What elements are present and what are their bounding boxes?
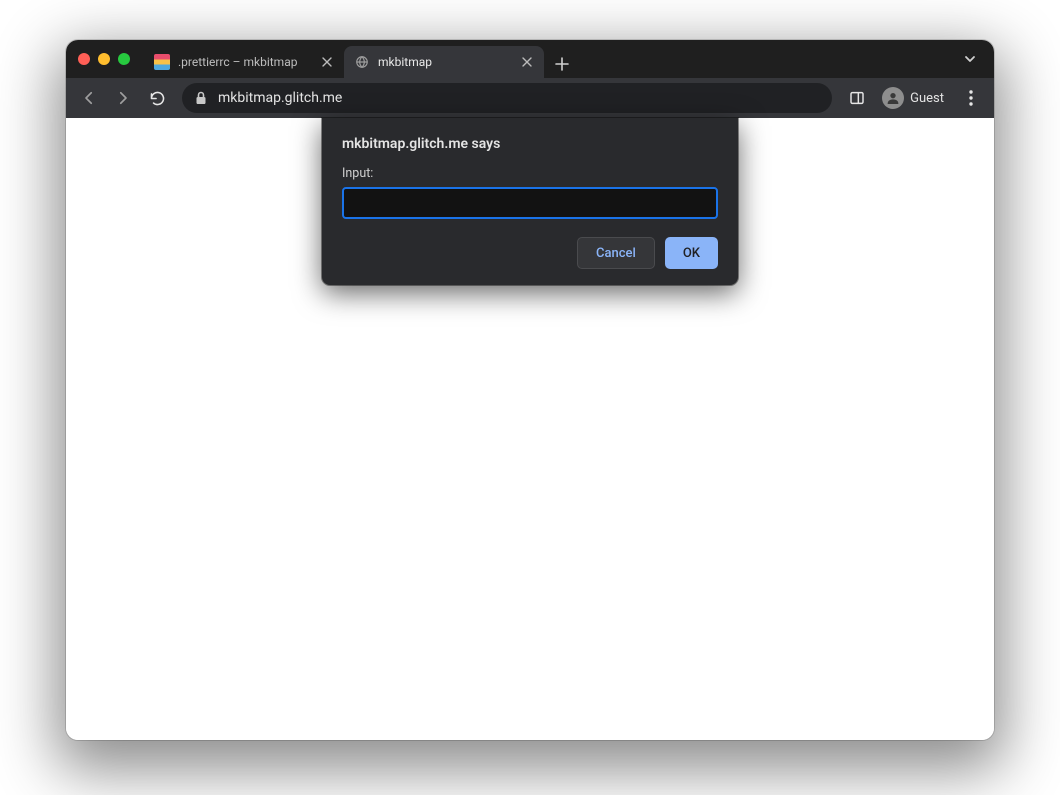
window-zoom-button[interactable]: [118, 53, 130, 65]
back-button[interactable]: [74, 83, 104, 113]
glitch-icon: [154, 54, 170, 70]
close-icon[interactable]: [520, 55, 534, 69]
window-minimize-button[interactable]: [98, 53, 110, 65]
tab-list-menu-button[interactable]: [958, 52, 982, 66]
profile-label: Guest: [910, 91, 944, 106]
js-prompt-dialog: mkbitmap.glitch.me says Input: Cancel OK: [322, 118, 738, 285]
page-content: mkbitmap.glitch.me says Input: Cancel OK: [66, 118, 994, 740]
tabstrip: .prettierrc – mkbitmap mkbitmap: [144, 40, 958, 78]
traffic-lights: [78, 53, 130, 65]
side-panel-button[interactable]: [842, 83, 872, 113]
dialog-actions: Cancel OK: [342, 237, 718, 269]
toolbar: mkbitmap.glitch.me Guest: [66, 78, 994, 118]
cancel-button[interactable]: Cancel: [577, 237, 655, 269]
reload-button[interactable]: [142, 83, 172, 113]
address-bar[interactable]: mkbitmap.glitch.me: [182, 83, 832, 113]
dialog-label: Input:: [342, 166, 718, 181]
url-text: mkbitmap.glitch.me: [218, 90, 342, 106]
new-tab-button[interactable]: [548, 50, 576, 78]
tab-mkbitmap[interactable]: mkbitmap: [344, 46, 544, 78]
toolbar-right: Guest: [842, 83, 986, 113]
globe-icon: [354, 54, 370, 70]
ok-button[interactable]: OK: [665, 237, 718, 269]
window-close-button[interactable]: [78, 53, 90, 65]
dialog-title: mkbitmap.glitch.me says: [342, 136, 718, 152]
close-icon[interactable]: [320, 55, 334, 69]
profile-button[interactable]: Guest: [878, 83, 950, 113]
kebab-menu-button[interactable]: [956, 83, 986, 113]
browser-window: .prettierrc – mkbitmap mkbitmap: [66, 40, 994, 740]
tab-label: mkbitmap: [378, 55, 512, 69]
dialog-input[interactable]: [342, 187, 718, 219]
tab-prettierrc[interactable]: .prettierrc – mkbitmap: [144, 46, 344, 78]
avatar-icon: [882, 87, 904, 109]
forward-button[interactable]: [108, 83, 138, 113]
lock-icon: [194, 91, 208, 105]
tab-label: .prettierrc – mkbitmap: [178, 55, 312, 69]
titlebar: .prettierrc – mkbitmap mkbitmap: [66, 40, 994, 78]
